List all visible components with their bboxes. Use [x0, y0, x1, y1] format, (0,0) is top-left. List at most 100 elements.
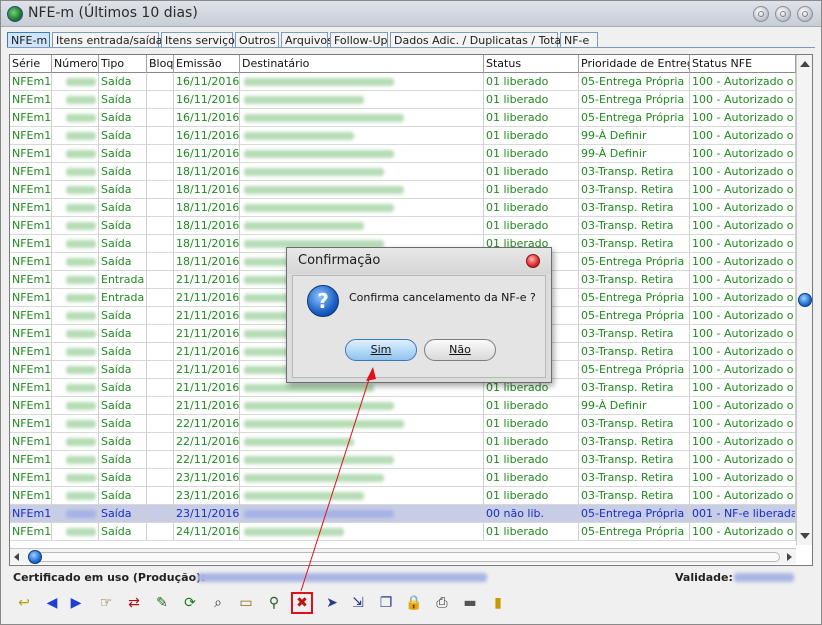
cell-serie: NFEm1 [10, 109, 52, 127]
cell-status: 01 liberado [484, 217, 579, 235]
vertical-scrollbar[interactable] [796, 55, 812, 545]
table-row[interactable]: NFEm1 Saída 21/11/2016 01 liberado 99-À Defi… [10, 397, 796, 415]
cell-destinatario-redacted [240, 217, 484, 235]
vertical-scroll-thumb[interactable] [798, 293, 812, 307]
table-row[interactable]: NFEm1 Saída 16/11/2016 01 liberado 05-Entreg… [10, 109, 796, 127]
tab-3[interactable]: Outros [235, 32, 279, 48]
horizontal-scroll-thumb[interactable] [28, 550, 42, 564]
cell-emissao: 18/11/2016 [174, 199, 240, 217]
tree-icon[interactable]: ⚲ [263, 592, 285, 614]
column-header[interactable]: Emissão [174, 55, 240, 73]
scroll-left-icon[interactable] [14, 553, 19, 561]
tab-6[interactable]: Dados Adic. / Duplicatas / Totais [390, 32, 570, 48]
table-row[interactable]: NFEm1 Saída 24/11/2016 01 liberado 05-Entreg… [10, 523, 796, 541]
dialog-title-bar[interactable]: Confirmação [287, 248, 551, 274]
table-row[interactable]: NFEm1 Saída 18/11/2016 01 liberado 03-Transp… [10, 199, 796, 217]
cell-bloq [147, 127, 174, 145]
close-button[interactable] [797, 6, 813, 22]
table-row[interactable]: NFEm1 Saída 22/11/2016 01 liberado 03-Transp… [10, 415, 796, 433]
print-icon[interactable]: ⎙ [431, 592, 453, 614]
table-row[interactable]: NFEm1 Saída 23/11/2016 01 liberado 03-Transp… [10, 469, 796, 487]
cell-serie: NFEm1 [10, 433, 52, 451]
tab-1[interactable]: Itens entrada/saída [52, 32, 163, 48]
tab-7[interactable]: NF-e [560, 32, 598, 48]
dialog-close-button[interactable] [526, 254, 540, 268]
certificate-value-redacted [197, 573, 487, 582]
lock-icon[interactable]: 🔒 [403, 592, 425, 614]
cancel-nfe-icon[interactable]: ✖ [291, 592, 313, 614]
prev-icon[interactable]: ◀ [41, 592, 63, 614]
cell-status_nfe: 100 - Autorizado o uso [690, 487, 796, 505]
yes-button[interactable]: Sim [345, 339, 417, 361]
table-row[interactable]: NFEm1 Saída 18/11/2016 01 liberado 03-Transp… [10, 163, 796, 181]
table-row[interactable]: NFEm1 Saída 16/11/2016 01 liberado 99-À Defi… [10, 127, 796, 145]
column-header[interactable]: Prioridade de Entrega [579, 55, 690, 73]
maximize-button[interactable] [775, 6, 791, 22]
door-icon[interactable]: ▮ [487, 592, 509, 614]
no-button[interactable]: Não [424, 339, 496, 361]
card-icon[interactable]: ▬ [459, 592, 481, 614]
next-icon[interactable]: ▶ [65, 592, 87, 614]
cell-numero-redacted [52, 73, 99, 91]
cell-bloq [147, 379, 174, 397]
cell-status_nfe: 100 - Autorizado o uso [690, 379, 796, 397]
table-row[interactable]: NFEm1 Saída 16/11/2016 01 liberado 05-Entreg… [10, 91, 796, 109]
document-edit-icon[interactable]: ✎ [151, 592, 173, 614]
cell-status_nfe: 100 - Autorizado o uso [690, 289, 796, 307]
cell-prioridade: 03-Transp. Retira [579, 343, 690, 361]
table-row[interactable]: NFEm1 Saída 22/11/2016 01 liberado 03-Transp… [10, 433, 796, 451]
exit-icon[interactable]: ↩ [13, 592, 35, 614]
transfer-icon[interactable]: ⇄ [123, 592, 145, 614]
scroll-up-icon[interactable] [800, 61, 810, 67]
title-bar[interactable]: NFE-m (Últimos 10 dias) [1, 1, 821, 27]
folder-icon[interactable]: ▭ [235, 592, 257, 614]
copy-icon[interactable]: ❐ [375, 592, 397, 614]
column-header[interactable]: Status [484, 55, 579, 73]
tab-5[interactable]: Follow-Up [330, 32, 388, 48]
table-row[interactable]: NFEm1 Saída 18/11/2016 01 liberado 03-Transp… [10, 181, 796, 199]
cell-bloq [147, 433, 174, 451]
column-header[interactable]: Tipo [99, 55, 147, 73]
horizontal-scroll-track[interactable] [28, 552, 780, 562]
tab-0[interactable]: NFE-m [7, 32, 50, 48]
cell-prioridade: 03-Transp. Retira [579, 271, 690, 289]
cell-serie: NFEm1 [10, 73, 52, 91]
cell-bloq [147, 289, 174, 307]
cell-numero-redacted [52, 451, 99, 469]
cell-emissao: 21/11/2016 [174, 397, 240, 415]
column-header[interactable]: Número [52, 55, 99, 73]
cell-destinatario-redacted [240, 433, 484, 451]
table-row[interactable]: NFEm1 Saída 23/11/2016 01 liberado 03-Transp… [10, 487, 796, 505]
send-icon[interactable]: ➤ [321, 592, 343, 614]
column-header[interactable]: Destinatário [240, 55, 484, 73]
table-row[interactable]: NFEm1 Saída 16/11/2016 01 liberado 99-À Defi… [10, 145, 796, 163]
scroll-down-icon[interactable] [800, 533, 810, 539]
zoom-icon[interactable]: ⌕ [207, 592, 229, 614]
cell-numero-redacted [52, 127, 99, 145]
scroll-right-icon[interactable] [787, 553, 792, 561]
cell-numero-redacted [52, 325, 99, 343]
tab-4[interactable]: Arquivos [281, 32, 333, 48]
table-row[interactable]: NFEm1 Saída 18/11/2016 01 liberado 03-Transp… [10, 217, 796, 235]
column-header[interactable]: Status NFE [690, 55, 796, 73]
cell-status: 01 liberado [484, 91, 579, 109]
cell-bloq [147, 109, 174, 127]
cell-serie: NFEm1 [10, 91, 52, 109]
cell-status: 01 liberado [484, 109, 579, 127]
cell-numero-redacted [52, 379, 99, 397]
column-header[interactable]: Série [10, 55, 52, 73]
table-row[interactable]: NFEm1 Saída 23/11/2016 00 não lib. 05-Entreg… [10, 505, 796, 523]
minimize-button[interactable] [753, 6, 769, 22]
import-icon[interactable]: ⇲ [347, 592, 369, 614]
tab-2[interactable]: Itens serviços [161, 32, 241, 48]
cell-numero-redacted [52, 253, 99, 271]
refresh-icon[interactable]: ⟳ [179, 592, 201, 614]
hand-icon[interactable]: ☞ [95, 592, 117, 614]
cell-status: 01 liberado [484, 415, 579, 433]
cell-numero-redacted [52, 469, 99, 487]
table-row[interactable]: NFEm1 Saída 22/11/2016 01 liberado 03-Transp… [10, 451, 796, 469]
table-row[interactable]: NFEm1 Saída 16/11/2016 01 liberado 05-Entreg… [10, 73, 796, 91]
column-header[interactable]: Bloq [147, 55, 174, 73]
horizontal-scrollbar[interactable] [10, 548, 796, 564]
cell-bloq [147, 199, 174, 217]
